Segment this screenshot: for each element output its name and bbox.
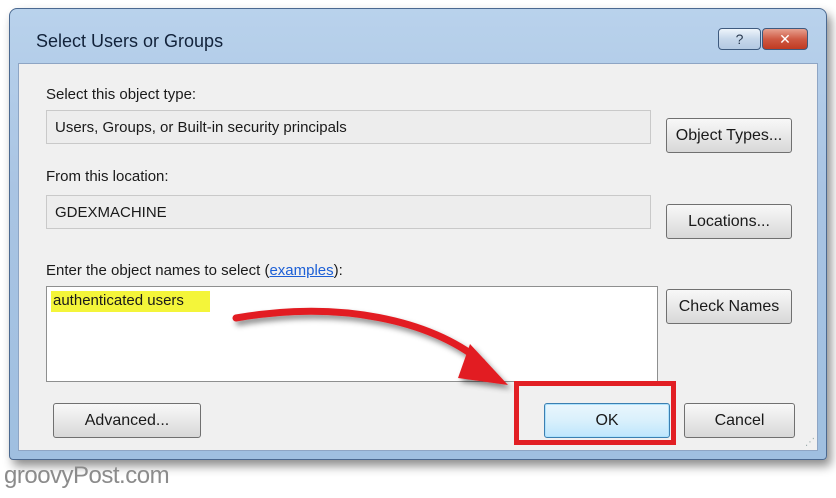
location-value: GDEXMACHINE bbox=[55, 203, 167, 221]
object-types-button[interactable]: Object Types... bbox=[666, 118, 792, 153]
object-names-input[interactable]: authenticated users bbox=[46, 286, 658, 382]
help-icon: ? bbox=[735, 31, 744, 47]
advanced-button[interactable]: Advanced... bbox=[53, 403, 201, 438]
object-type-label: Select this object type: bbox=[46, 86, 197, 103]
object-type-field: Users, Groups, or Built-in security prin… bbox=[46, 110, 651, 144]
cancel-button[interactable]: Cancel bbox=[684, 403, 795, 438]
object-names-label: Enter the object names to select (exampl… bbox=[46, 262, 343, 279]
close-button[interactable]: ✕ bbox=[762, 28, 808, 50]
dialog-title: Select Users or Groups bbox=[36, 31, 224, 51]
resize-grip-icon[interactable]: ⋰ bbox=[805, 437, 815, 448]
location-field: GDEXMACHINE bbox=[46, 195, 651, 229]
title-bar[interactable]: Select Users or Groups ? ✕ bbox=[10, 9, 826, 63]
close-icon: ✕ bbox=[779, 30, 791, 47]
dialog-body: Select this object type: Users, Groups, … bbox=[18, 63, 818, 451]
help-button[interactable]: ? bbox=[718, 28, 761, 50]
object-names-label-prefix: Enter the object names to select ( bbox=[46, 262, 270, 279]
ok-highlight-box bbox=[514, 381, 676, 445]
examples-link[interactable]: examples bbox=[269, 262, 333, 279]
watermark-text: groovyPost.com bbox=[4, 462, 170, 489]
object-names-value: authenticated users bbox=[51, 291, 210, 312]
object-names-label-suffix: ): bbox=[333, 262, 343, 279]
object-type-value: Users, Groups, or Built-in security prin… bbox=[55, 118, 347, 136]
check-names-button[interactable]: Check Names bbox=[666, 289, 792, 324]
location-label: From this location: bbox=[46, 168, 169, 185]
select-users-dialog: Select Users or Groups ? ✕ Select this o… bbox=[9, 8, 827, 460]
locations-button[interactable]: Locations... bbox=[666, 204, 792, 239]
